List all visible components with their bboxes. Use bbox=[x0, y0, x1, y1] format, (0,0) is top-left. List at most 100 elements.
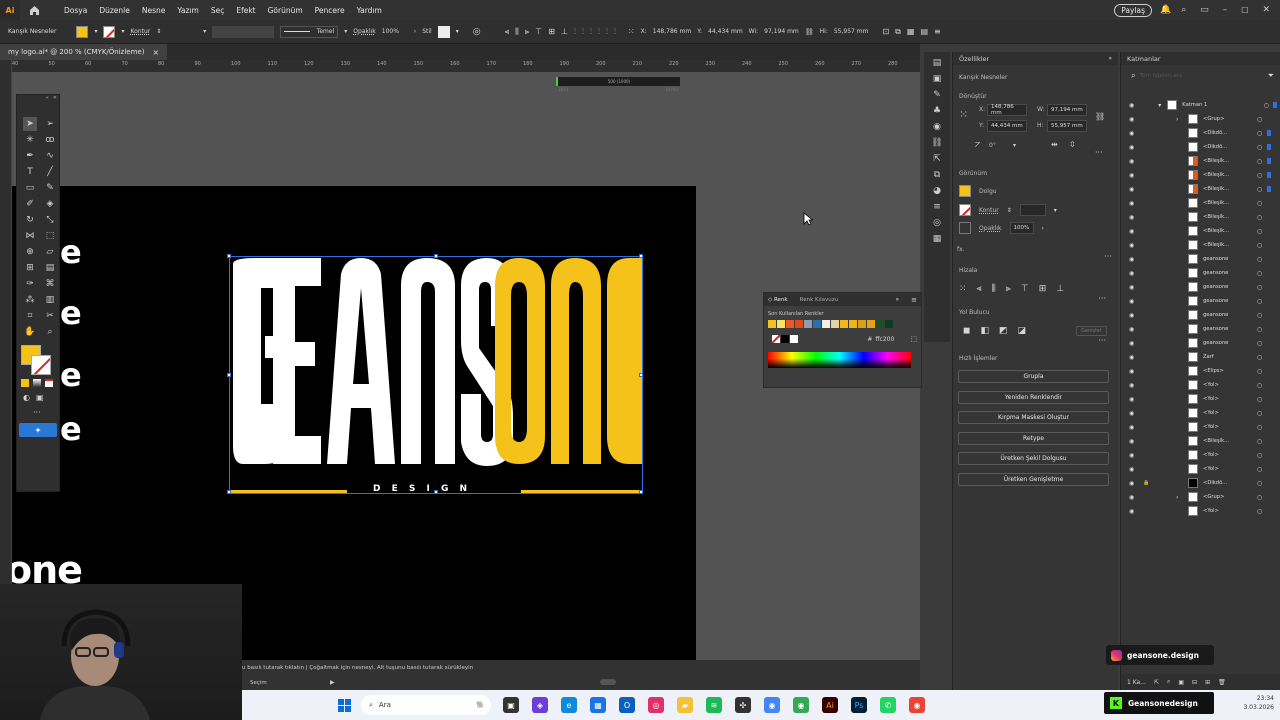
target-icon[interactable]: ○ bbox=[1257, 424, 1262, 431]
arrange-icon[interactable]: ▭ bbox=[1200, 5, 1209, 15]
target-icon[interactable]: ○ bbox=[1257, 508, 1262, 515]
chevron-down-icon[interactable]: ▾ bbox=[1158, 102, 1161, 109]
selection-bounding-box[interactable] bbox=[229, 256, 643, 494]
layer-item-row[interactable]: ◉ <Yol> ○ bbox=[1121, 448, 1280, 462]
hex-input[interactable]: ffc200 bbox=[875, 336, 909, 343]
eye-icon[interactable]: ◉ bbox=[1129, 116, 1134, 123]
layer-item-row[interactable]: ◉ <Bileşik... ○ bbox=[1121, 210, 1280, 224]
item-name[interactable]: <Yol> bbox=[1203, 424, 1219, 430]
color-spectrum[interactable] bbox=[768, 352, 911, 368]
layer-item-row[interactable]: ◉ <Yol> ○ bbox=[1121, 420, 1280, 434]
distribute-icon[interactable]: ⫶ bbox=[574, 27, 576, 37]
home-icon[interactable] bbox=[28, 4, 40, 16]
target-icon[interactable]: ○ bbox=[1257, 326, 1262, 333]
selection-handle[interactable] bbox=[227, 490, 231, 494]
item-name[interactable]: <Yol> bbox=[1203, 508, 1219, 514]
distribute-icon[interactable]: ⫶ bbox=[582, 27, 584, 37]
target-icon[interactable]: ○ bbox=[1257, 116, 1262, 123]
type-tool-icon[interactable]: T bbox=[23, 165, 37, 179]
chrome-icon[interactable]: ◉ bbox=[909, 697, 925, 713]
logo-group[interactable]: D E S I G N bbox=[227, 254, 643, 494]
menu-item-dosya[interactable]: Dosya bbox=[64, 6, 87, 15]
target-icon[interactable]: ○ bbox=[1257, 382, 1262, 389]
y-input[interactable]: 44,434 mm bbox=[708, 28, 743, 35]
layer-item-row[interactable]: ◉ <Bileşik... ○ bbox=[1121, 434, 1280, 448]
eye-icon[interactable]: ◉ bbox=[1129, 438, 1134, 445]
color-mode-icon[interactable] bbox=[21, 379, 29, 387]
layer-item-row[interactable]: ◉ Zarf ○ bbox=[1121, 350, 1280, 364]
instagram-app-icon[interactable]: ◎ bbox=[648, 697, 664, 713]
direct-selection-icon[interactable]: ➢ bbox=[43, 117, 57, 131]
davinci-icon[interactable]: ✣ bbox=[735, 697, 751, 713]
layer-item-row[interactable]: ◉ <Yol> ○ bbox=[1121, 392, 1280, 406]
selection-handle[interactable] bbox=[639, 254, 643, 258]
eye-icon[interactable]: ◉ bbox=[1129, 480, 1134, 487]
color-panel-icon[interactable]: ◕ bbox=[933, 186, 941, 196]
item-name[interactable]: geansone bbox=[1203, 256, 1228, 262]
minimize-icon[interactable]: – bbox=[1223, 5, 1228, 15]
layer-item-row[interactable]: ◉ <Bileşik... ○ bbox=[1121, 196, 1280, 210]
recent-color-swatch[interactable] bbox=[777, 320, 785, 328]
item-name[interactable]: <Dikdö... bbox=[1203, 130, 1227, 136]
layer-item-row[interactable]: ◉ › <Grup> ○ bbox=[1121, 112, 1280, 126]
eraser-icon[interactable]: ◈ bbox=[43, 197, 57, 211]
brush-panel-icon[interactable]: ✎ bbox=[933, 90, 941, 100]
status-mode[interactable]: Seçim bbox=[250, 680, 267, 686]
grid-icon[interactable]: ▤ bbox=[920, 27, 928, 36]
item-name[interactable]: <Elips> bbox=[1203, 368, 1224, 374]
target-icon[interactable]: ○ bbox=[1257, 438, 1262, 445]
menu-item-yardim[interactable]: Yardım bbox=[357, 6, 382, 15]
layer-item-row[interactable]: ◉ geansone ○ bbox=[1121, 266, 1280, 280]
eye-icon[interactable]: ◉ bbox=[1129, 340, 1134, 347]
stroke-label[interactable]: Kontur bbox=[130, 28, 150, 35]
eye-icon[interactable]: ◉ bbox=[1129, 312, 1134, 319]
bell-icon[interactable]: 🔔 bbox=[1160, 5, 1171, 15]
exclude-icon[interactable]: ◪ bbox=[1018, 326, 1027, 336]
reference-point-icon[interactable]: ⁙ bbox=[628, 27, 635, 36]
item-name[interactable]: <Yol> bbox=[1203, 410, 1219, 416]
gradient-icon[interactable]: ▤ bbox=[43, 261, 57, 275]
layer-item-row[interactable]: ◉ <Yol> ○ bbox=[1121, 462, 1280, 476]
w-input[interactable]: 97,194 mm bbox=[1047, 104, 1087, 116]
menu-item-yazim[interactable]: Yazım bbox=[177, 6, 198, 15]
recent-color-swatch[interactable] bbox=[768, 320, 776, 328]
chrome-icon[interactable]: ◉ bbox=[764, 697, 780, 713]
close-icon[interactable]: ✕ bbox=[1262, 5, 1270, 15]
target-icon[interactable]: ○ bbox=[1257, 284, 1262, 291]
layer-item-row[interactable]: ◉ <Bileşik... ○ bbox=[1121, 168, 1280, 182]
fill-label[interactable]: Dolgu bbox=[979, 188, 997, 195]
transform-icon[interactable]: ⊡ bbox=[882, 27, 889, 36]
recent-color-swatch[interactable] bbox=[831, 320, 839, 328]
constrain-link-icon[interactable]: ⛓ bbox=[1095, 112, 1105, 121]
windows-start-icon[interactable] bbox=[338, 698, 351, 712]
align-left-icon[interactable]: ⫷ bbox=[505, 27, 510, 37]
more-options-icon[interactable]: ··· bbox=[953, 336, 1118, 345]
recent-color-swatch[interactable] bbox=[867, 320, 875, 328]
artboards-icon[interactable]: ⧉ bbox=[934, 170, 940, 180]
collapse-icon[interactable]: » bbox=[1108, 55, 1112, 62]
scale-icon[interactable]: ⤡ bbox=[43, 213, 57, 227]
filter-icon[interactable]: ⏷ bbox=[1268, 71, 1274, 81]
more-options-icon[interactable]: ··· bbox=[1104, 252, 1112, 261]
eye-icon[interactable]: ◉ bbox=[1129, 452, 1134, 459]
reference-point-icon[interactable]: ⁙ bbox=[959, 108, 968, 121]
distribute-icon[interactable]: ⫶ bbox=[606, 27, 608, 37]
layer-item-row[interactable]: ◉ geansone ○ bbox=[1121, 252, 1280, 266]
photoshop-icon[interactable]: Ps bbox=[851, 697, 867, 713]
curvature-icon[interactable]: ∿ bbox=[43, 149, 57, 163]
recolor-button[interactable]: Yeniden Renklendir bbox=[958, 390, 1109, 404]
menu-icon[interactable]: ≡ bbox=[934, 27, 941, 36]
chrome-icon[interactable]: ◉ bbox=[793, 697, 809, 713]
selection-handle[interactable] bbox=[639, 373, 643, 377]
minus-front-icon[interactable]: ◧ bbox=[980, 326, 989, 336]
app-logo[interactable]: Ai bbox=[0, 0, 20, 20]
align-left-icon[interactable]: ⫷ bbox=[977, 284, 982, 294]
panel-menu-icon[interactable]: ≡ bbox=[911, 296, 917, 304]
menu-item-duzenle[interactable]: Düzenle bbox=[99, 6, 130, 15]
new-layer-icon[interactable]: ⊞ bbox=[1205, 679, 1210, 686]
retype-button[interactable]: Retype bbox=[958, 431, 1109, 445]
eye-icon[interactable]: ◉ bbox=[1129, 102, 1134, 109]
align-bottom-icon[interactable]: ⊥ bbox=[561, 27, 568, 36]
layer-item-row[interactable]: ◉ <Bileşik... ○ bbox=[1121, 238, 1280, 252]
selection-handle[interactable] bbox=[639, 490, 643, 494]
